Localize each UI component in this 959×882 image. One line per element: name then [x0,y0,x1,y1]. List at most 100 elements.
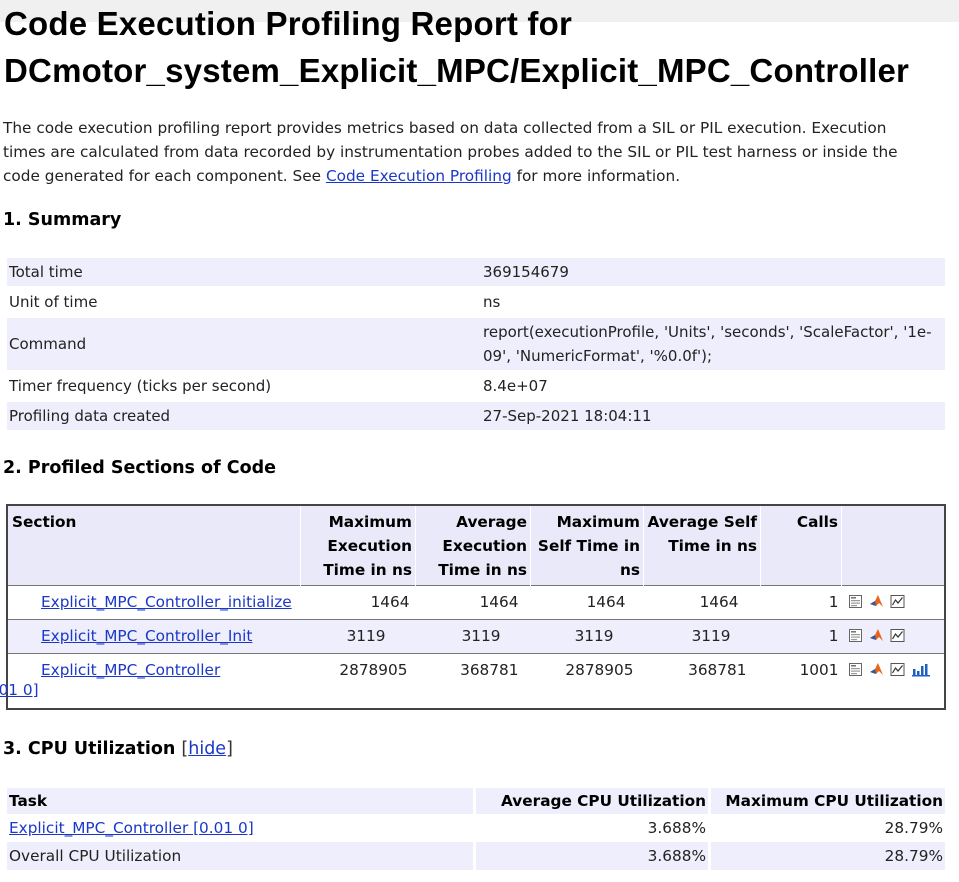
max-exec-value: 3119 [346,626,386,645]
column-header-max-exec: Maximum Execution Time in ns [300,505,416,585]
avg-cpu-value: 3.688% [473,842,710,870]
column-header-max-cpu: Maximum CPU Utilization [708,788,945,814]
section-cell: Explicit_MPC_Controller_Init [7,618,301,653]
summary-value: 8.4e+07 [483,377,548,395]
code-execution-profiling-link[interactable]: Code Execution Profiling [326,167,512,185]
matlab-icon[interactable] [869,628,884,643]
avg-self-cell: 1464 [643,584,761,619]
summary-row: Total time 369154679 [7,258,945,286]
code-trace-icon[interactable] [848,662,863,677]
cpu-header-row: Task Average CPU Utilization Maximum CPU… [7,788,945,814]
table-row: Explicit_MPC_Controller [0.01 0] 3.688% … [7,814,945,842]
summary-row: Unit of time ns [7,286,945,318]
max-exec-value: 1464 [370,592,410,611]
task-link-controller[interactable]: Explicit_MPC_Controller [0.01 0] [9,819,254,837]
max-self-value: 1464 [586,592,626,611]
summary-table: Total time 369154679 Unit of time ns Com… [7,258,945,430]
summary-heading: 1. Summary [3,210,122,230]
actions-cell [841,618,945,653]
cpu-heading-text: 3. CPU Utilization [3,739,176,759]
table-row: Explicit_MPC_Controller_initialize 1464 … [7,584,945,619]
calls-cell: 1001 [760,652,842,709]
summary-key: Total time [7,258,477,286]
calls-cell: 1 [760,584,842,619]
summary-row: Profiling data created 27-Sep-2021 18:04… [7,402,945,430]
column-header-section: Section [7,505,301,585]
profiled-sections-table: Section Maximum Execution Time in ns Ave… [0,504,946,710]
column-header-task: Task [7,788,475,814]
summary-value: ns [483,293,501,311]
code-trace-icon[interactable] [848,594,863,609]
avg-exec-cell: 368781 [415,652,531,709]
summary-key: Timer frequency (ticks per second) [9,377,272,395]
section-link-init[interactable]: Explicit_MPC_Controller_Init [41,627,252,645]
actions-cell [841,584,945,619]
avg-self-cell: 368781 [643,652,761,709]
table-row: Overall CPU Utilization 3.688% 28.79% [7,842,945,870]
page-title-line-2: DCmotor_system_Explicit_MPC/Explicit_MPC… [4,52,910,89]
summary-key: Command [7,318,477,370]
actions-cell [841,652,945,709]
cpu-utilization-table: Task Average CPU Utilization Maximum CPU… [7,788,945,870]
avg-exec-value: 3119 [461,626,501,645]
table-row: Explicit_MPC_Controller[0.01 0] 2878905 … [0,652,945,709]
max-self-cell: 2878905 [530,652,644,709]
max-exec-cell: 2878905 [300,652,416,709]
section-cell: Explicit_MPC_Controller[0.01 0] [0,652,301,709]
section-cell: Explicit_MPC_Controller_initialize [7,584,301,619]
column-header-avg-self: Average Self Time in ns [643,505,761,585]
hide-toggle: [hide] [181,739,233,759]
max-self-value: 2878905 [565,660,634,679]
row-action-icons [842,586,905,609]
max-self-cell: 1464 [530,584,644,619]
summary-value: 27-Sep-2021 18:04:11 [477,402,945,430]
row-action-icons [842,620,905,643]
matlab-icon[interactable] [869,594,884,609]
plot-icon[interactable] [890,662,905,677]
max-cpu-value: 28.79% [708,814,945,842]
row-action-icons [842,654,931,677]
avg-exec-value: 368781 [460,660,519,679]
hide-link[interactable]: hide [188,739,226,759]
summary-key: Unit of time [9,293,98,311]
code-trace-icon[interactable] [848,628,863,643]
plot-icon[interactable] [890,628,905,643]
plot-icon[interactable] [890,594,905,609]
task-cell: Explicit_MPC_Controller [0.01 0] [7,814,475,842]
section-link-initialize[interactable]: Explicit_MPC_Controller_initialize [41,593,292,611]
summary-key: Profiling data created [7,402,477,430]
page-title: Code Execution Profiling Report for DCmo… [4,0,909,94]
matlab-icon[interactable] [869,662,884,677]
section-link-controller-rate[interactable]: [0.01 0] [0,681,39,699]
avg-exec-cell: 3119 [415,618,531,653]
avg-self-value: 1464 [699,592,739,611]
hide-bracket-close: ] [226,739,233,759]
max-exec-cell: 3119 [300,618,416,653]
summary-row: Timer frequency (ticks per second) 8.4e+… [7,370,945,402]
column-header-calls: Calls [760,505,842,585]
column-header-actions [841,505,946,585]
calls-value: 1 [828,626,839,645]
summary-value: 369154679 [477,258,945,286]
avg-self-cell: 3119 [643,618,761,653]
table-row: Explicit_MPC_Controller_Init 3119 3119 3… [7,618,945,653]
intro-paragraph: The code execution profiling report prov… [3,116,933,188]
summary-row: Command report(executionProfile, 'Units'… [7,318,945,370]
avg-cpu-value: 3.688% [473,814,710,842]
section-link-controller[interactable]: Explicit_MPC_Controller [41,661,220,679]
max-exec-cell: 1464 [300,584,416,619]
avg-self-value: 3119 [691,626,731,645]
intro-text-end: for more information. [511,167,681,185]
calls-cell: 1 [760,618,842,653]
avg-exec-value: 1464 [479,592,519,611]
bar-chart-icon[interactable] [911,662,931,677]
max-cpu-value: 28.79% [708,842,945,870]
profiled-sections-heading: 2. Profiled Sections of Code [3,458,277,478]
max-self-value: 3119 [574,626,614,645]
column-header-max-self: Maximum Self Time in ns [530,505,644,585]
avg-self-value: 368781 [688,660,747,679]
column-header-avg-exec: Average Execution Time in ns [415,505,531,585]
summary-value: report(executionProfile, 'Units', 'secon… [477,318,945,370]
cpu-utilization-heading: 3. CPU Utilization [hide] [3,737,233,761]
task-cell: Overall CPU Utilization [7,842,475,870]
